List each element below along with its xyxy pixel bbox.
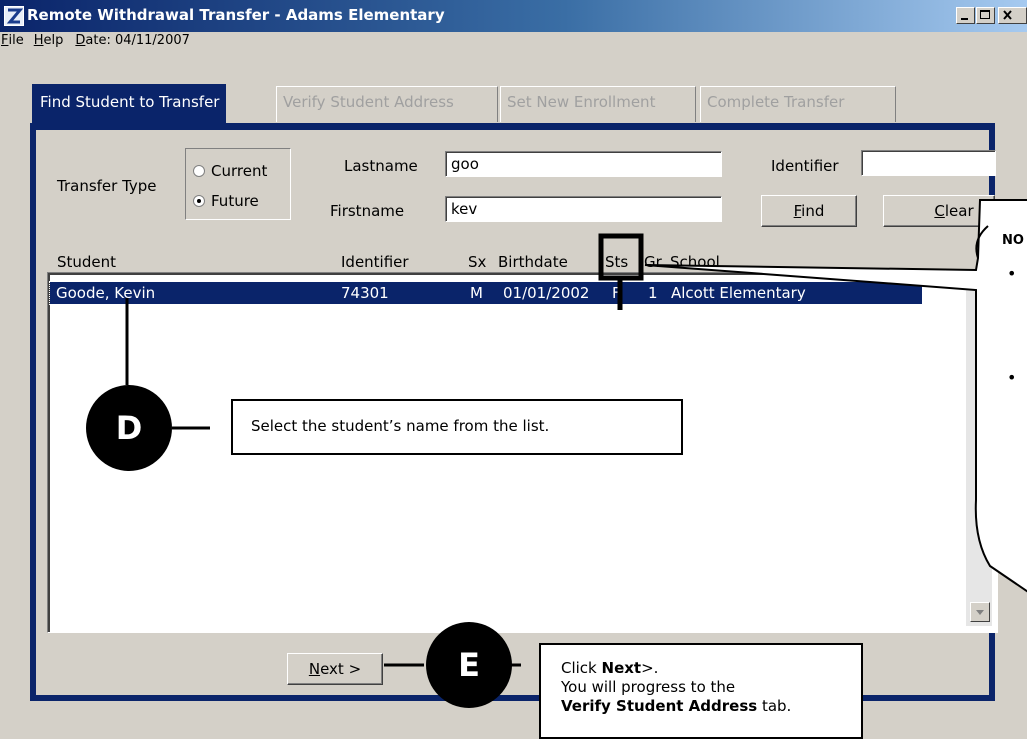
note-bullet: • — [1007, 264, 1017, 283]
callout-e-line3: Verify Student Address tab. — [561, 697, 792, 715]
note-callout-shape — [644, 199, 1027, 593]
callout-e-box: Click Next>. You will progress to the Ve… — [539, 643, 863, 739]
callout-e-line1: Click Next>. — [561, 659, 659, 677]
callout-d-text: Select the student’s name from the list. — [251, 417, 550, 435]
callout-d-box: Select the student’s name from the list. — [231, 399, 683, 455]
callout-badge-e: E — [426, 622, 512, 708]
note-title: NO — [1002, 233, 1024, 248]
annotation-lines — [125, 199, 1027, 667]
callout-e-line2: You will progress to the — [561, 678, 736, 696]
callout-badge-d: D — [86, 385, 172, 471]
note-bullet: • — [1007, 368, 1017, 387]
sts-highlight-box — [598, 233, 644, 281]
